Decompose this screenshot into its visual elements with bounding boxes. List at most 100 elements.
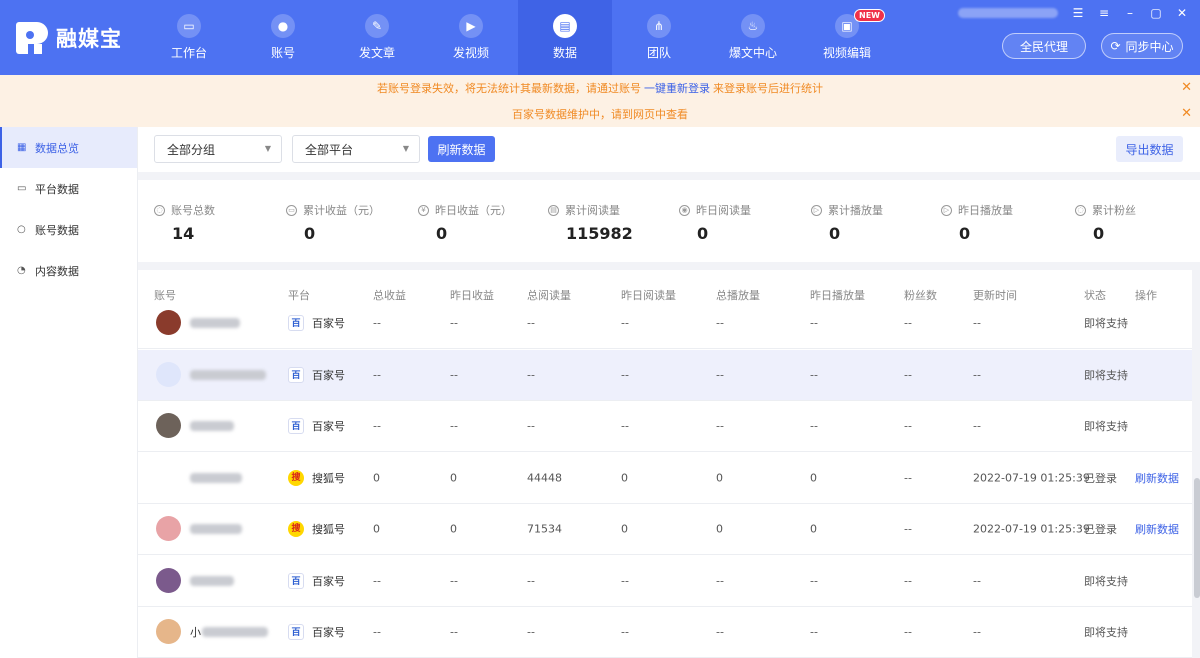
stat-label-text: 昨日播放量 (958, 204, 1013, 217)
filter-bar: 全部分组 ▼ 全部平台 ▼ 刷新数据 导出数据 (138, 127, 1200, 172)
table-row[interactable]: 搜搜狐号 0 0 71534 0 0 0 -- 2022-07-19 01:25:39 已登录 刷新… (138, 504, 1192, 555)
cell-total-plays: 0 (716, 522, 723, 536)
cell-total-reads: -- (527, 316, 535, 330)
table-row[interactable]: 百百家号 -- -- -- -- -- -- -- -- 即将支持 (138, 556, 1192, 607)
monitor-icon: ▭ (17, 182, 27, 194)
cell-total-income: -- (373, 316, 381, 330)
cell-yesterday-reads: -- (621, 368, 629, 381)
stat-value: 0 (959, 224, 971, 243)
table-row[interactable]: 百百家号 -- -- -- -- -- -- -- -- 即将支持 (138, 349, 1192, 401)
stat-item: ▤ 累计阅读量 115982 (548, 202, 633, 243)
sidebar-item-platform[interactable]: ▭ 平台数据 (0, 168, 137, 209)
table-row[interactable]: 小 百百家号 -- -- -- -- -- -- -- -- 即将支持 (138, 607, 1192, 658)
close-window-icon[interactable]: ✕ (1176, 6, 1188, 20)
stat-label: ▤ 累计阅读量 (548, 202, 633, 218)
cell-status: 即将支持 (1084, 317, 1128, 330)
relogin-link[interactable]: 一键重新登录 (644, 80, 710, 96)
cell-updated: -- (973, 368, 981, 381)
coin-icon: ¥ (418, 204, 429, 216)
cell-yesterday-plays: -- (810, 368, 818, 381)
table-row[interactable]: 搜搜狐号 0 0 44448 0 0 0 -- 2022-07-19 01:25:39 已登录 刷新… (138, 453, 1192, 504)
cell-total-income: -- (373, 574, 381, 587)
platform-select[interactable]: 全部平台 ▼ (292, 135, 420, 163)
export-data-button[interactable]: 导出数据 (1116, 136, 1183, 162)
sync-center-button[interactable]: ⟳ 同步中心 (1101, 33, 1183, 59)
group-select[interactable]: 全部分组 ▼ (154, 135, 282, 163)
cell-total-reads: -- (527, 419, 535, 433)
minimize-icon[interactable]: – (1124, 6, 1136, 20)
cell-yesterday-income: -- (450, 316, 458, 330)
avatar (156, 413, 181, 438)
nav-label: 爆文中心 (728, 46, 777, 60)
maximize-icon[interactable]: ▢ (1150, 6, 1162, 20)
cell-total-reads: -- (527, 368, 535, 381)
note-icon[interactable]: ☰ (1072, 6, 1084, 20)
cell-status: 已登录 (1084, 523, 1117, 536)
nav-item-3[interactable]: ▶ 发视频 (424, 0, 518, 75)
top-header: 融媒宝 ▭ 工作台 ● 账号 ✎ 发文章 ▶ 发视频 ▤ 数据 ⋔ 团队 ♨ 爆文中心 ▣ 视频编辑 NEW ☰… (0, 0, 1200, 75)
login-notice-pre: 若账号登录失效，将无法统计其最新数据，请通过账号 (377, 82, 641, 95)
table-row[interactable]: 百百家号 -- -- -- -- -- -- -- -- 即将支持 (138, 298, 1192, 349)
logo-text: 融媒宝 (56, 27, 122, 51)
cell-yesterday-reads: -- (621, 574, 629, 587)
stat-label-text: 账号总数 (171, 204, 215, 217)
accounts-table: 账号 平台 总收益 昨日收益 总阅读量 昨日阅读量 总播放量 昨日播放量 粉丝数 更新时间 状态 操作… (138, 270, 1192, 658)
baijiahao-icon: 百 (288, 572, 304, 589)
sidebar-item-label: 内容数据 (35, 264, 79, 278)
sidebar-item-content[interactable]: ◔ 内容数据 (0, 250, 137, 291)
row-refresh-link[interactable]: 刷新数据 (1135, 470, 1179, 486)
cell-total-plays: -- (716, 368, 724, 381)
account-name-blurred (190, 369, 266, 380)
nav-item-5[interactable]: ⋔ 团队 (612, 0, 706, 75)
table-row[interactable]: 百百家号 -- -- -- -- -- -- -- -- 即将支持 (138, 401, 1192, 452)
cell-fans: -- (904, 471, 912, 484)
nav-label: 视频编辑 (822, 46, 871, 60)
sidebar-item-overview[interactable]: ▦ 数据总览 (0, 127, 137, 168)
stats-panel: ◌ 账号总数 14 ▭ 累计收益（元） 0 ¥ 昨日收益（元） 0 ▤ 累计阅读量 115982 ◉ 昨日… (138, 180, 1200, 262)
nav-item-6[interactable]: ♨ 爆文中心 (706, 0, 800, 75)
sidebar-item-label: 平台数据 (35, 182, 79, 196)
stat-value: 0 (697, 224, 709, 243)
platform-select-value: 全部平台 (305, 142, 354, 157)
refresh-data-button[interactable]: 刷新数据 (428, 136, 495, 162)
cell-yesterday-reads: 0 (621, 522, 628, 536)
cell-total-plays: -- (716, 625, 724, 639)
cell-fans: -- (904, 574, 912, 587)
sidebar-item-account[interactable]: ○ 账号数据 (0, 209, 137, 250)
cell-updated: -- (973, 574, 981, 587)
menu-icon[interactable]: ≡ (1098, 6, 1110, 20)
user-icon: ● (271, 14, 295, 38)
nav-label: 账号 (270, 46, 295, 60)
cell-yesterday-reads: 0 (621, 471, 628, 484)
stat-value: 115982 (566, 224, 633, 243)
stat-item: ◌ 累计粉丝 0 (1075, 202, 1136, 243)
nav-item-1[interactable]: ● 账号 (236, 0, 330, 75)
cell-status: 即将支持 (1084, 626, 1128, 639)
account-name-blurred (190, 472, 242, 483)
agent-button[interactable]: 全民代理 (1002, 33, 1086, 59)
nav-item-0[interactable]: ▭ 工作台 (142, 0, 236, 75)
nav-item-2[interactable]: ✎ 发文章 (330, 0, 424, 75)
sohu-icon: 搜 (288, 469, 304, 486)
cell-total-plays: -- (716, 574, 724, 587)
cell-yesterday-plays: 0 (810, 471, 817, 484)
stat-label: ▷ 累计播放量 (811, 202, 883, 218)
login-notice-post: 来登录账号后进行统计 (713, 82, 823, 95)
document-icon: ▤ (548, 204, 559, 216)
pie-icon: ◔ (17, 264, 26, 276)
cell-fans: -- (904, 419, 912, 433)
platform-name: 百家号 (312, 368, 345, 382)
cell-total-reads: 71534 (527, 522, 562, 536)
stat-item: ▷ 累计播放量 0 (811, 202, 883, 243)
close-icon[interactable]: ✕ (1181, 80, 1192, 95)
row-refresh-link[interactable]: 刷新数据 (1135, 521, 1179, 537)
platform-name: 百家号 (312, 317, 345, 330)
nav-item-7[interactable]: ▣ 视频编辑 NEW (800, 0, 894, 75)
nav-item-4[interactable]: ▤ 数据 (518, 0, 612, 75)
vertical-scrollbar[interactable] (1194, 478, 1200, 598)
baijiahao-icon: 百 (288, 418, 304, 434)
feather-icon: ✎ (365, 14, 389, 38)
close-icon[interactable]: ✕ (1181, 106, 1192, 121)
wallet-icon: ▭ (286, 204, 297, 216)
stat-label: ▷ 昨日播放量 (941, 202, 1013, 218)
